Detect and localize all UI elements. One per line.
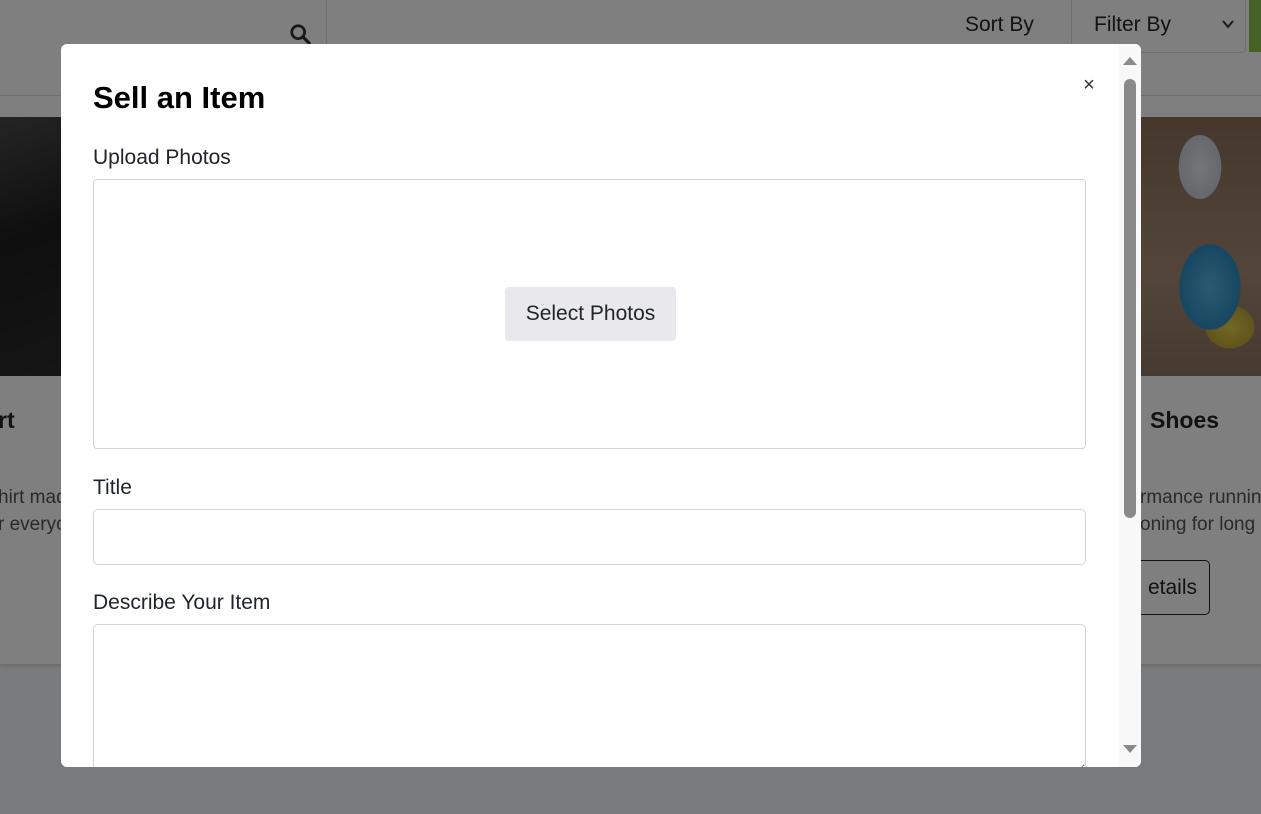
upload-photos-label: Upload Photos — [93, 146, 231, 169]
scroll-up-arrow-icon[interactable] — [1123, 57, 1137, 65]
select-photos-button[interactable]: Select Photos — [505, 287, 676, 341]
title-label: Title — [93, 476, 132, 499]
close-icon[interactable]: × — [1080, 74, 1098, 96]
scroll-down-arrow-icon[interactable] — [1123, 745, 1137, 753]
scroll-thumb[interactable] — [1124, 79, 1136, 518]
modal-title: Sell an Item — [93, 80, 266, 115]
title-input[interactable] — [93, 509, 1086, 565]
modal-scrollbar[interactable] — [1119, 44, 1141, 767]
description-label: Describe Your Item — [93, 591, 271, 614]
sell-item-modal: Sell an Item × Upload Photos Select Phot… — [61, 44, 1141, 767]
upload-photos-dropzone[interactable]: Select Photos — [93, 179, 1086, 449]
description-textarea[interactable] — [93, 624, 1086, 767]
